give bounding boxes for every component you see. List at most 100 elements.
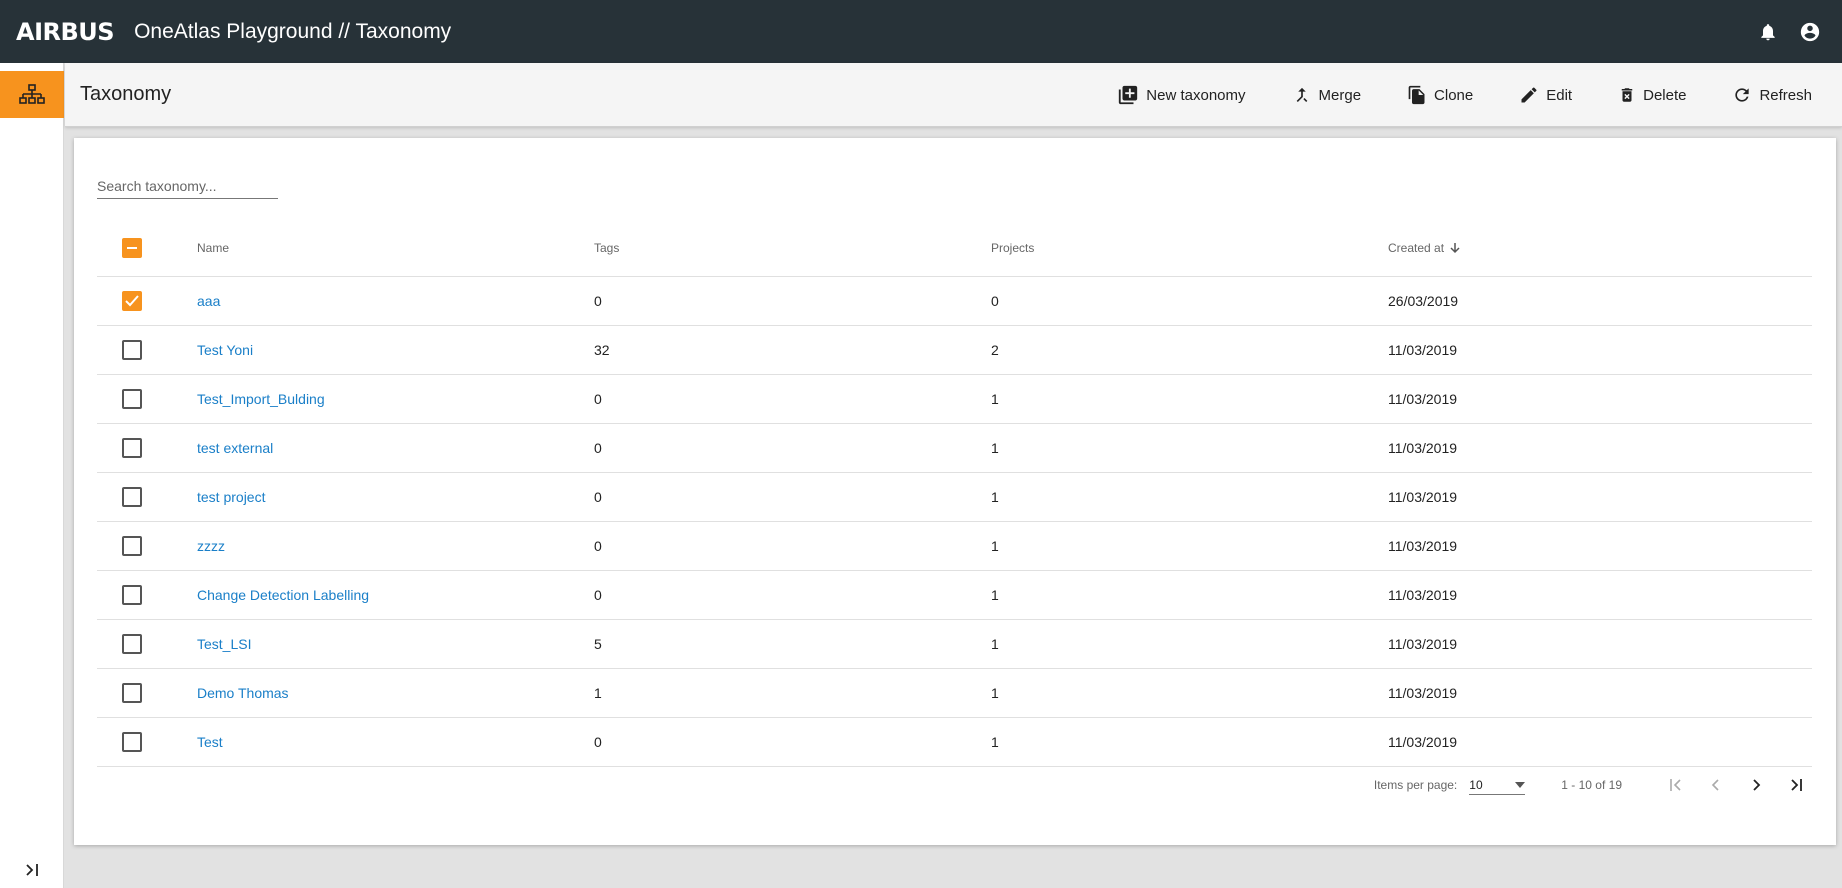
tags-cell: 0 — [594, 521, 991, 571]
table-row[interactable]: test project 0 1 11/03/2019 — [97, 472, 1812, 522]
row-checkbox[interactable] — [122, 388, 142, 409]
row-checkbox[interactable] — [122, 535, 142, 556]
created-at-cell: 11/03/2019 — [1388, 423, 1812, 473]
projects-cell: 1 — [991, 668, 1388, 718]
projects-cell: 1 — [991, 717, 1388, 767]
created-at-cell: 11/03/2019 — [1388, 472, 1812, 522]
refresh-label: Refresh — [1759, 86, 1812, 104]
pencil-icon — [1521, 87, 1537, 103]
row-select-cell — [97, 325, 197, 375]
account-circle-icon[interactable] — [1798, 20, 1822, 44]
search-input[interactable] — [97, 174, 278, 199]
toolbar-actions: New taxonomy Merge Clone Edit Delete Ref… — [1081, 63, 1822, 127]
name-cell: test external — [197, 423, 594, 473]
taxonomy-name-link[interactable]: aaa — [197, 293, 220, 309]
name-cell: aaa — [197, 276, 594, 326]
row-checkbox[interactable] — [122, 682, 142, 703]
table-row[interactable]: Test_Import_Bulding 0 1 11/03/2019 — [97, 374, 1812, 424]
page-toolbar: Taxonomy New taxonomy Merge Clone Edit D… — [65, 63, 1842, 127]
select-all-checkbox[interactable] — [122, 237, 142, 258]
created-at-label: Created at — [1388, 240, 1445, 255]
projects-cell: 0 — [991, 276, 1388, 326]
expand-right-icon — [26, 864, 38, 876]
table-row[interactable]: Test_LSI 5 1 11/03/2019 — [97, 619, 1812, 669]
row-checkbox[interactable] — [122, 633, 142, 654]
row-select-cell — [97, 276, 197, 326]
airbus-logo[interactable]: AIRBUS — [16, 18, 115, 46]
items-per-page-select[interactable]: 10 — [1469, 776, 1526, 795]
tags-cell: 0 — [594, 276, 991, 326]
created-at-cell: 11/03/2019 — [1388, 374, 1812, 424]
delete-label: Delete — [1643, 86, 1687, 104]
row-checkbox[interactable] — [122, 486, 142, 507]
taxonomy-name-link[interactable]: test project — [197, 489, 265, 505]
sidebar-item-taxonomy[interactable] — [0, 71, 64, 118]
table-row[interactable]: Test Yoni 32 2 11/03/2019 — [97, 325, 1812, 375]
created-at-cell: 11/03/2019 — [1388, 668, 1812, 718]
taxonomy-name-link[interactable]: Demo Thomas — [197, 685, 289, 701]
projects-cell: 1 — [991, 374, 1388, 424]
select-all-cell — [97, 220, 197, 277]
column-header-name[interactable]: Name — [197, 220, 594, 277]
table-row[interactable]: Test 0 1 11/03/2019 — [97, 717, 1812, 767]
merge-label: Merge — [1318, 86, 1362, 104]
column-header-created-at[interactable]: Created at — [1388, 220, 1812, 277]
next-page-button[interactable] — [1736, 770, 1776, 800]
column-header-projects[interactable]: Projects — [991, 220, 1388, 277]
taxonomy-table: Name Tags Projects Created at aaa 0 0 26/03… — [97, 220, 1812, 767]
add-box-icon — [1119, 85, 1138, 105]
first-page-icon — [1670, 779, 1681, 791]
taxonomy-name-link[interactable]: Test_Import_Bulding — [197, 391, 325, 407]
items-per-page-value: 10 — [1469, 777, 1483, 792]
taxonomy-name-link[interactable]: Test — [197, 734, 223, 750]
tags-cell: 0 — [594, 374, 991, 424]
tags-cell: 32 — [594, 325, 991, 375]
row-checkbox[interactable] — [122, 437, 142, 458]
taxonomy-name-link[interactable]: Test Yoni — [197, 342, 253, 358]
copy-icon — [1408, 85, 1425, 105]
row-checkbox[interactable] — [122, 290, 142, 311]
tags-cell: 0 — [594, 717, 991, 767]
clone-label: Clone — [1434, 86, 1474, 104]
taxonomy-name-link[interactable]: zzzz — [197, 538, 225, 554]
row-select-cell — [97, 521, 197, 571]
last-page-button[interactable] — [1776, 770, 1816, 800]
projects-cell: 1 — [991, 570, 1388, 620]
row-checkbox[interactable] — [122, 584, 142, 605]
projects-cell: 1 — [991, 619, 1388, 669]
row-checkbox[interactable] — [122, 339, 142, 360]
expand-sidebar-button[interactable] — [20, 858, 44, 882]
column-header-tags[interactable]: Tags — [594, 220, 991, 277]
merge-button[interactable]: Merge — [1282, 79, 1372, 111]
row-checkbox[interactable] — [122, 731, 142, 752]
created-at-cell: 11/03/2019 — [1388, 521, 1812, 571]
tags-cell: 0 — [594, 570, 991, 620]
arrow-down-icon — [1450, 242, 1460, 253]
projects-cell: 1 — [991, 423, 1388, 473]
table-row[interactable]: zzzz 0 1 11/03/2019 — [97, 521, 1812, 571]
projects-cell: 1 — [991, 472, 1388, 522]
table-row[interactable]: test external 0 1 11/03/2019 — [97, 423, 1812, 473]
delete-button[interactable]: Delete — [1608, 79, 1696, 111]
table-row[interactable]: Change Detection Labelling 0 1 11/03/2019 — [97, 570, 1812, 620]
row-select-cell — [97, 668, 197, 718]
taxonomy-name-link[interactable]: Test_LSI — [197, 636, 251, 652]
first-page-button[interactable] — [1656, 770, 1696, 800]
clone-button[interactable]: Clone — [1397, 78, 1483, 112]
edit-button[interactable]: Edit — [1509, 79, 1582, 111]
bell-icon[interactable] — [1756, 20, 1780, 44]
sidebar — [0, 63, 64, 888]
table-row[interactable]: Demo Thomas 1 1 11/03/2019 — [97, 668, 1812, 718]
tags-cell: 1 — [594, 668, 991, 718]
refresh-button[interactable]: Refresh — [1722, 79, 1822, 111]
previous-page-button[interactable] — [1696, 770, 1736, 800]
name-cell: test project — [197, 472, 594, 522]
taxonomy-card: Name Tags Projects Created at aaa0026/03… — [74, 138, 1836, 845]
new-taxonomy-button[interactable]: New taxonomy — [1107, 78, 1255, 112]
projects-cell: 1 — [991, 521, 1388, 571]
name-cell: zzzz — [197, 521, 594, 571]
taxonomy-name-link[interactable]: test external — [197, 440, 273, 456]
new-taxonomy-label: New taxonomy — [1146, 86, 1246, 104]
table-row[interactable]: aaa 0 0 26/03/2019 — [97, 276, 1812, 326]
taxonomy-name-link[interactable]: Change Detection Labelling — [197, 587, 369, 603]
